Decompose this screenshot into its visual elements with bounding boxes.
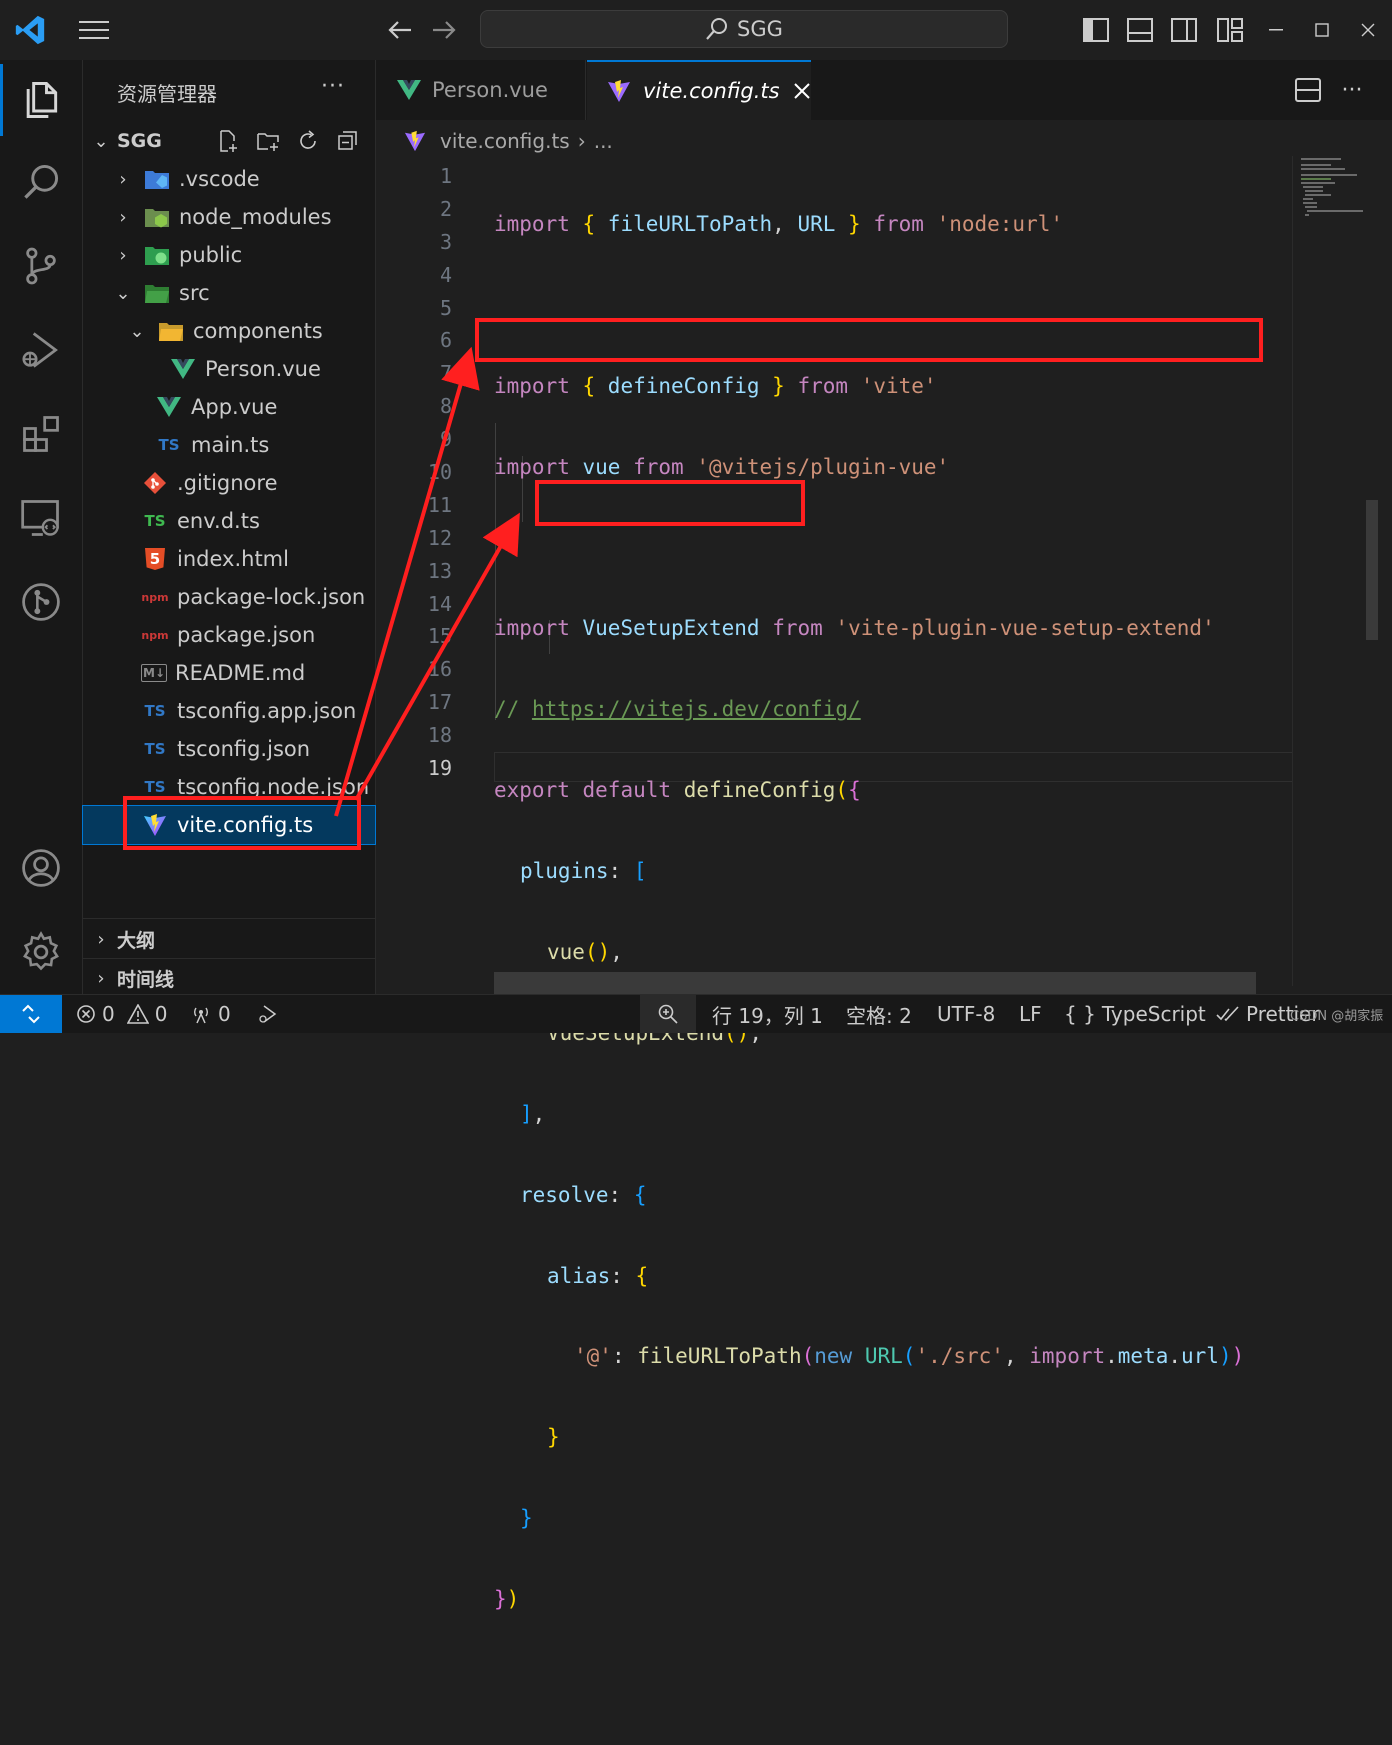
remote-indicator-icon[interactable]	[0, 995, 62, 1033]
problems-indicator[interactable]: 0 0	[76, 995, 167, 1033]
cursor-position[interactable]: 行 19，列 1	[712, 995, 823, 1033]
watermark-text: CSDN @胡家振	[1290, 1008, 1384, 1024]
error-icon	[76, 1004, 96, 1024]
code-line-17: }	[520, 1506, 533, 1531]
ports-indicator[interactable]: 0	[190, 995, 231, 1033]
warning-count: 0	[154, 1002, 168, 1026]
end-of-line[interactable]: LF	[1019, 995, 1042, 1033]
warning-icon	[126, 1004, 149, 1024]
indentation[interactable]: 空格: 2	[846, 995, 912, 1033]
error-count: 0	[102, 1002, 115, 1026]
code-line-12: ],	[520, 1101, 546, 1126]
braces-icon: { }	[1064, 1002, 1096, 1026]
code-editor: vite.config.ts › ... 1 2 3 4 5 6 7 8 9 1…	[334, 120, 1392, 1611]
code-line-14: alias: {	[547, 1263, 649, 1288]
status-bar: 0 0 0 行 19，列 1 空格: 2 UTF-8 LF { } TypeSc…	[0, 994, 1392, 1033]
broadcast-icon	[190, 1004, 212, 1024]
code-line-18: })	[494, 1587, 520, 1612]
ports-count: 0	[218, 1002, 231, 1026]
zoom-icon[interactable]	[640, 995, 696, 1033]
arrow-to-import	[334, 346, 480, 817]
code-line-13: resolve: {	[520, 1182, 647, 1207]
language-mode[interactable]: { } TypeScript	[1064, 995, 1206, 1033]
encoding[interactable]: UTF-8	[937, 995, 995, 1033]
debug-status-icon[interactable]	[252, 999, 282, 1029]
code-line-16: }	[547, 1425, 560, 1450]
language-label: TypeScript	[1101, 1002, 1206, 1026]
double-check-icon	[1216, 1005, 1240, 1023]
code-line-15: '@': fileURLToPath(new URL('./src', impo…	[574, 1344, 1245, 1369]
annotation-arrows	[334, 346, 520, 817]
